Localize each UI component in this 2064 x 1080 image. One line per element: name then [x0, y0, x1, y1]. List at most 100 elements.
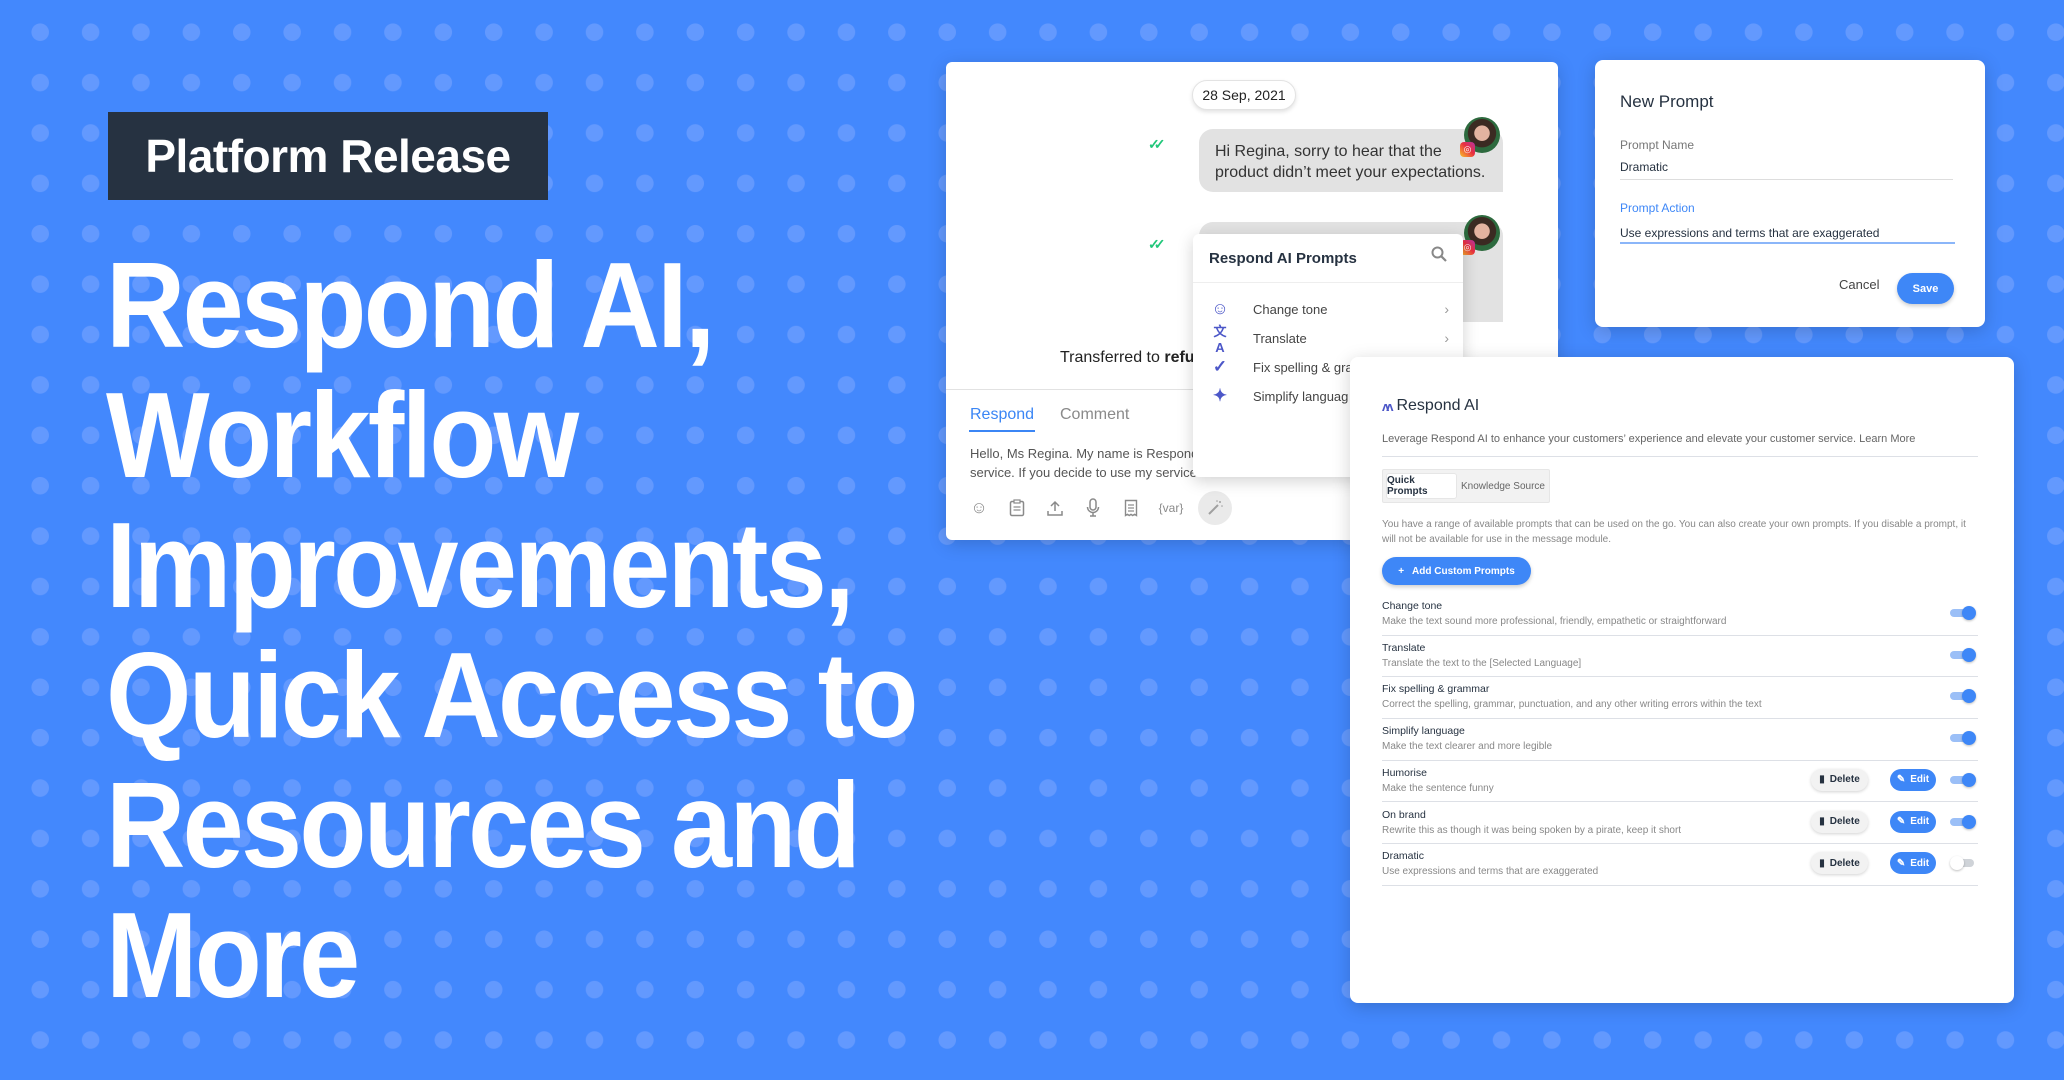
prompt-row: Fix spelling & grammar Correct the spelli… [1382, 677, 1978, 720]
transfer-target: refu [1164, 349, 1195, 366]
prompt-row: Change tone Make the text sound more prof… [1382, 594, 1978, 636]
edit-button[interactable]: ✎ Edit [1890, 768, 1936, 791]
delete-button[interactable]: ▮ Delete [1811, 768, 1868, 791]
prompt-toggle[interactable] [1950, 814, 1976, 829]
headline-line: Improvements, [106, 497, 855, 633]
platform-release-badge: Platform Release [108, 112, 548, 200]
tab-respond[interactable]: Respond [968, 406, 1036, 432]
headline-line: Quick Access to [106, 627, 919, 763]
new-prompt-dialog: New Prompt Prompt Name Dramatic Prompt A… [1595, 60, 1985, 327]
tab-quick-prompts[interactable]: Quick Prompts [1386, 473, 1457, 499]
magic-wand-icon[interactable] [1198, 491, 1232, 525]
microphone-icon[interactable] [1080, 495, 1106, 521]
button-label: Add Custom Prompts [1412, 565, 1515, 577]
dialog-title: New Prompt [1620, 92, 1714, 111]
upload-icon[interactable] [1042, 495, 1068, 521]
add-custom-prompts-button[interactable]: + Add Custom Prompts [1382, 557, 1531, 585]
divider [1382, 456, 1978, 457]
save-button[interactable]: Save [1897, 273, 1954, 304]
prompt-description: Make the text clearer and more legible [1382, 741, 1553, 753]
prompt-row: Dramatic Use expressions and terms that a… [1382, 844, 1978, 886]
chevron-right-icon: › [1444, 330, 1449, 346]
settings-description: Leverage Respond AI to enhance your cust… [1382, 433, 1916, 445]
date-label: 28 Sep, 2021 [1202, 87, 1286, 103]
prompt-toggle[interactable] [1950, 856, 1976, 871]
prompt-name-label: Prompt Name [1620, 138, 1695, 152]
headline-line: Workflow [106, 367, 579, 503]
check-icon: ✓ [1212, 357, 1228, 376]
toggle-knob [1962, 689, 1976, 704]
date-divider: 28 Sep, 2021 [1192, 80, 1296, 110]
clipboard-icon[interactable] [1004, 495, 1030, 521]
tab-comment[interactable]: Comment [1060, 406, 1129, 424]
delete-button[interactable]: ▮ Delete [1811, 810, 1868, 833]
compose-line: service. If you decide to use my service [970, 465, 1197, 480]
avatar: ◎ [1460, 117, 1500, 157]
prompt-description: Make the text sound more professional, f… [1382, 616, 1727, 627]
headline-line: Respond AI, [106, 237, 715, 373]
prompt-row: Humorise Make the sentence funny ▮ Delete ✎ E… [1382, 761, 1978, 803]
sparkle-icon: ✦ [1212, 386, 1228, 405]
transfer-prefix: Transferred to [1060, 349, 1165, 366]
prompt-toggle[interactable] [1950, 689, 1976, 704]
toggle-knob [1962, 772, 1976, 787]
receipt-icon[interactable] [1118, 495, 1144, 521]
prompt-row: Translate Translate the text to the [Sele… [1382, 636, 1978, 678]
compose-toolbar: ☺ {var} [966, 491, 1232, 525]
prompt-description: Correct the spelling, grammar, punctuati… [1382, 699, 1762, 711]
edit-button[interactable]: ✎ Edit [1890, 852, 1936, 875]
settings-title: ʌʌ Respond AI [1382, 397, 1479, 415]
toggle-knob [1962, 731, 1976, 746]
transfer-notice: Transferred to refu [1060, 349, 1195, 367]
prompt-row: Simplify language Make the text clearer a… [1382, 719, 1978, 761]
settings-title-text: Respond AI [1396, 397, 1480, 414]
prompt-action-field[interactable]: Use expressions and terms that are exagg… [1620, 226, 1879, 240]
delete-label: Delete [1829, 816, 1860, 827]
edit-label: Edit [1910, 857, 1930, 869]
badge-label: Platform Release [145, 130, 511, 182]
prompt-description: Use expressions and terms that are exagg… [1382, 866, 1599, 878]
plus-icon: + [1398, 565, 1405, 577]
search-icon[interactable] [1431, 246, 1447, 267]
delete-button[interactable]: ▮ Delete [1811, 852, 1868, 875]
prompt-row: On brand Rewrite this as though it was be… [1382, 803, 1978, 845]
trash-icon: ▮ [1819, 774, 1825, 786]
delete-label: Delete [1829, 774, 1860, 786]
edit-button[interactable]: ✎ Edit [1890, 810, 1936, 833]
instagram-icon: ◎ [1460, 142, 1475, 157]
toggle-knob [1962, 606, 1976, 620]
tab-knowledge-source[interactable]: Knowledge Source [1459, 473, 1547, 499]
toggle-knob [1962, 647, 1976, 662]
variable-icon[interactable]: {var} [1156, 495, 1186, 521]
message-bubble: Hi Regina, sorry to hear that the produc… [1199, 129, 1503, 192]
prompt-name: Humorise [1382, 766, 1427, 779]
double-check-icon: ✓✓ [1148, 236, 1166, 252]
pencil-icon: ✎ [1896, 816, 1906, 827]
headline: Respond AI, Workflow Improvements, Quick… [106, 240, 1006, 1020]
trash-icon: ▮ [1819, 816, 1825, 827]
prompt-toggle[interactable] [1950, 606, 1976, 620]
double-check-icon: ✓✓ [1148, 136, 1166, 152]
message-text: Hi Regina, sorry to hear that the produc… [1215, 143, 1486, 181]
toggle-knob [1962, 814, 1976, 829]
prompt-name-field[interactable]: Dramatic [1620, 160, 1668, 174]
compose-input[interactable]: Hello, Ms Regina. My name is Respond ser… [970, 444, 1230, 482]
prompt-action-label: Prompt Action [1620, 201, 1695, 215]
edit-label: Edit [1910, 816, 1930, 827]
prompt-toggle[interactable] [1950, 647, 1976, 662]
menu-title: Respond AI Prompts [1209, 250, 1357, 267]
prompt-toggle[interactable] [1950, 731, 1976, 746]
avatar: ◎ [1460, 215, 1500, 255]
emoji-icon[interactable]: ☺ [966, 495, 992, 521]
cancel-button[interactable]: Cancel [1839, 277, 1879, 292]
prompt-name: Translate [1382, 641, 1426, 654]
field-underline [1620, 179, 1953, 180]
respond-ai-settings: ʌʌ Respond AI Leverage Respond AI to enh… [1350, 357, 2014, 1003]
prompt-name: Fix spelling & grammar [1382, 683, 1490, 696]
toggle-knob [1950, 856, 1964, 871]
prompt-name: Simplify language [1382, 725, 1465, 738]
prompt-toggle[interactable] [1950, 772, 1976, 787]
settings-info: You have a range of available prompts th… [1382, 519, 1966, 545]
prompt-description: Rewrite this as though it was being spok… [1382, 824, 1682, 836]
prompt-description: Translate the text to the [Selected Lang… [1382, 657, 1582, 669]
